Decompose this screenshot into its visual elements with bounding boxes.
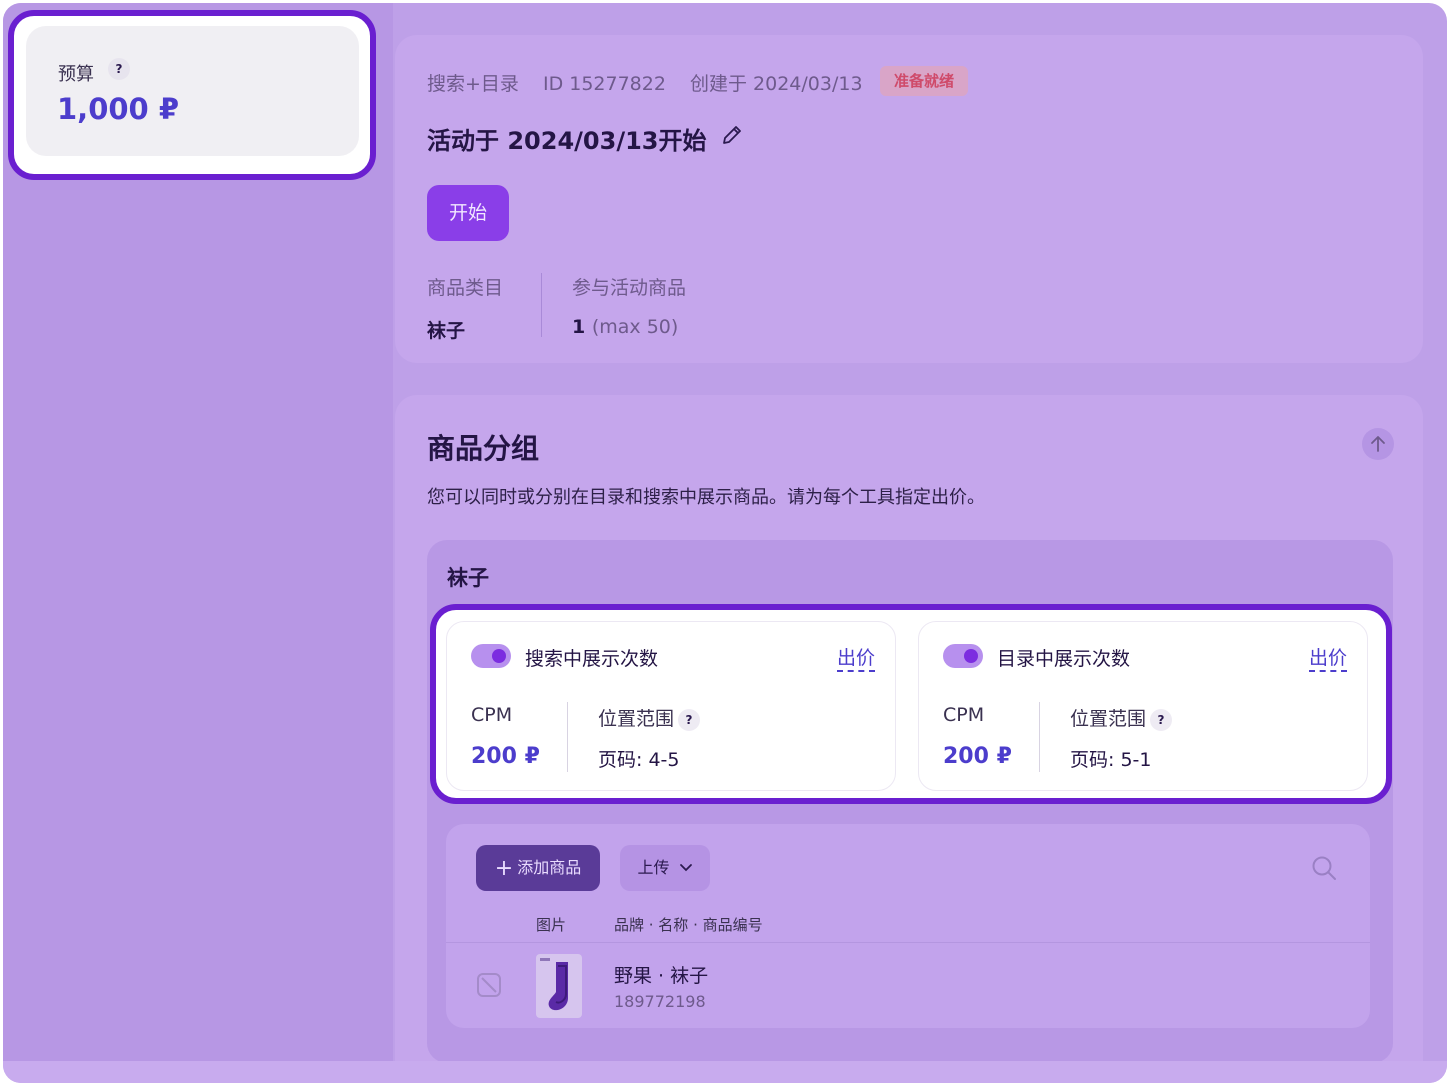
campaign-type: 搜索+目录 xyxy=(427,73,519,95)
help-icon[interactable]: ? xyxy=(678,708,701,731)
cpm-label: CPM xyxy=(943,704,985,726)
column-header-product: 品牌 · 名称 · 商品编号 xyxy=(614,916,763,934)
category-label: 商品类目 xyxy=(427,277,504,299)
placement-title: 目录中展示次数 xyxy=(997,648,1131,670)
products-count-value: 1 xyxy=(572,316,586,338)
budget-card: 预算 ? 1,000 ₽ xyxy=(26,26,359,156)
groups-description: 您可以同时或分别在目录和搜索中展示商品。请为每个工具指定出价。 xyxy=(427,487,985,508)
search-icon[interactable] xyxy=(1310,854,1338,882)
position-range: 位置范围? xyxy=(598,704,701,731)
edit-pencil-icon[interactable] xyxy=(720,123,744,147)
product-sku: 189772198 xyxy=(614,992,706,1011)
budget-label-text: 预算 xyxy=(58,64,94,85)
campaign-created: 创建于 2024/03/13 xyxy=(690,73,863,95)
plus-icon: + xyxy=(494,856,514,881)
position-range: 位置范围? xyxy=(1070,704,1173,731)
add-product-label: 添加商品 xyxy=(517,858,582,877)
budget-label: 预算 ? xyxy=(58,58,130,86)
campaign-meta: 搜索+目录 ID 15277822 创建于 2024/03/13 xyxy=(427,69,881,96)
info-divider xyxy=(541,273,542,337)
status-badge: 准备就绪 xyxy=(880,66,969,96)
arrow-up-icon xyxy=(1371,436,1385,452)
upload-dropdown[interactable]: 上传 xyxy=(620,845,710,891)
group-name: 袜子 xyxy=(447,566,489,590)
bottom-strip xyxy=(3,1061,1447,1083)
collapse-button[interactable] xyxy=(1362,428,1394,460)
products-count: 1 (max 50) xyxy=(572,316,686,338)
campaign-title: 活动于 2024/03/13开始 xyxy=(427,127,707,155)
placement-card-catalog: 目录中展示次数 出价 CPM 200 ₽ 位置范围? 页码: 5-1 xyxy=(918,621,1368,791)
category-value: 袜子 xyxy=(427,320,466,342)
divider xyxy=(567,702,568,772)
upload-label: 上传 xyxy=(637,858,670,877)
column-header-image: 图片 xyxy=(536,916,567,934)
help-icon[interactable]: ? xyxy=(1150,708,1173,731)
bid-link[interactable]: 出价 xyxy=(1308,646,1347,672)
placement-card-search: 搜索中展示次数 出价 CPM 200 ₽ 位置范围? 页码: 4-5 xyxy=(446,621,896,791)
products-info: 参与活动商品 1 (max 50) xyxy=(572,273,686,338)
search-toggle[interactable] xyxy=(471,644,511,668)
header-divider xyxy=(446,942,1370,943)
position-value: 页码: 4-5 xyxy=(598,749,680,771)
toggle-knob xyxy=(492,649,506,663)
campaign-id: ID 15277822 xyxy=(542,73,666,95)
catalog-toggle[interactable] xyxy=(943,644,983,668)
start-button[interactable]: 开始 xyxy=(427,185,509,241)
products-panel: + 添加商品 上传 图片 品牌 · 名称 · 商品编号 野果 · 袜子 18977… xyxy=(446,824,1370,1028)
toggle-knob xyxy=(964,649,978,663)
position-label: 位置范围 xyxy=(1070,708,1147,730)
position-value: 页码: 5-1 xyxy=(1070,749,1152,771)
help-icon[interactable]: ? xyxy=(108,58,130,80)
products-max: (max 50) xyxy=(591,316,679,338)
disabled-checkbox-icon[interactable] xyxy=(476,972,502,998)
groups-title: 商品分组 xyxy=(427,432,540,465)
product-name[interactable]: 野果 · 袜子 xyxy=(614,961,708,988)
campaign-card: 搜索+目录 ID 15277822 创建于 2024/03/13 准备就绪 活动… xyxy=(395,35,1423,363)
cpm-value: 200 ₽ xyxy=(943,744,1012,769)
cpm-value: 200 ₽ xyxy=(471,744,540,769)
chevron-down-icon xyxy=(679,864,692,872)
sock-product-image xyxy=(540,958,568,1011)
product-image xyxy=(536,954,582,1018)
cpm-label: CPM xyxy=(471,704,513,726)
add-product-button[interactable]: + 添加商品 xyxy=(476,845,600,891)
placement-title: 搜索中展示次数 xyxy=(525,648,659,670)
budget-value: 1,000 ₽ xyxy=(57,92,180,126)
products-label: 参与活动商品 xyxy=(572,277,687,299)
bid-link[interactable]: 出价 xyxy=(836,646,875,672)
category-info: 商品类目 袜子 xyxy=(427,273,503,343)
divider xyxy=(1039,702,1040,772)
position-label: 位置范围 xyxy=(598,708,675,730)
